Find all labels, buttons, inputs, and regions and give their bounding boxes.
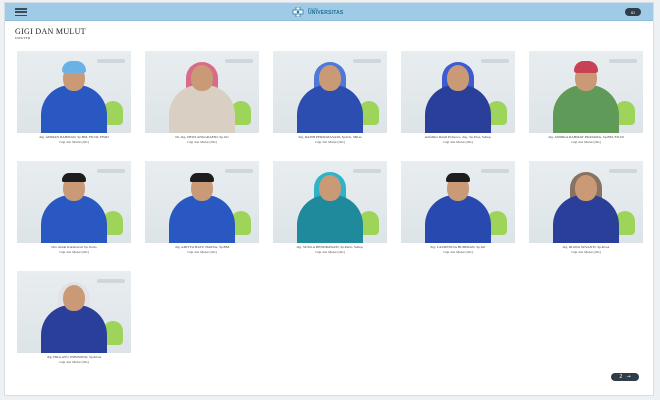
doctor-photo <box>273 161 387 243</box>
doctor-name: Dra. Indah Kurniawati Sp. Perio <box>51 245 97 249</box>
doctor-card[interactable]: drg. LAURENCIA BUDIMAN, Sp.Ort Gigi dan M… <box>401 161 515 255</box>
doctor-card[interactable]: drg. SUSILA HENDRAWATI, Sp.Perio, Subsp.… <box>273 161 387 255</box>
doctor-card[interactable]: drg. ADRIAN RAHMAN, Sp.BM, FICOI, FISID G… <box>17 51 131 145</box>
page-frame: RSGM UNIVERSITAS ID GIGI DAN MULUT DOKTE… <box>4 2 654 396</box>
doctor-card[interactable]: drg. RATIH PERMATASARI, Sp.KG, MKes Gigi … <box>273 51 387 145</box>
doctor-name: drg. SUSILA HENDRAWATI, Sp.Perio, Subsp. <box>296 245 364 249</box>
doctor-photo <box>17 161 131 243</box>
language-toggle[interactable]: ID <box>625 8 641 16</box>
doctor-photo <box>529 51 643 133</box>
doctor-specialty: Gigi dan Mulut (OK) <box>59 140 89 145</box>
hospital-logo[interactable]: RSGM UNIVERSITAS <box>291 6 343 18</box>
doctor-name: Dr. drg. DEWI ANGGRAENI, Sp.Ort <box>175 135 229 139</box>
doctor-card[interactable]: Dra. Indah Kurniawati Sp. Perio Gigi dan … <box>17 161 131 255</box>
doctor-card[interactable]: drg. ANDIKA RAHMAT PRATAMA, Sp.BM, FICOI… <box>529 51 643 145</box>
doctor-card[interactable]: drg. RIANA SUSANTI, Sp.KGA Gigi dan Mulut… <box>529 161 643 255</box>
doctor-card[interactable]: drg. ADITYA BAYU HARSA, Sp.BM Gigi dan Mu… <box>145 161 259 255</box>
doctor-grid: drg. ADRIAN RAHMAN, Sp.BM, FICOI, FISID G… <box>17 51 645 371</box>
doctor-name: drg. ANDIKA RAHMAT PRATAMA, Sp.BM, FICOI <box>548 135 624 139</box>
doctor-specialty: Gigi dan Mulut (OK) <box>59 360 89 365</box>
doctor-specialty: Gigi dan Mulut (OK) <box>443 250 473 255</box>
section-title: GIGI DAN MULUT <box>15 27 86 36</box>
doctor-name: drg. RATIH PERMATASARI, Sp.KG, MKes <box>298 135 362 139</box>
doctor-name: drg. FIRA AYU WIBISONO, Sp.KGA <box>46 355 102 359</box>
doctor-photo <box>145 161 259 243</box>
doctor-photo <box>529 161 643 243</box>
doctor-card[interactable]: Dr. drg. DEWI ANGGRAENI, Sp.Ort Gigi dan … <box>145 51 259 145</box>
page-number: 2 <box>619 374 623 380</box>
doctor-photo <box>17 51 131 133</box>
doctor-name: drg. ADITYA BAYU HARSA, Sp.BM <box>175 245 229 249</box>
next-page-button[interactable]: 2 → <box>611 373 639 381</box>
tooth-cross-icon <box>292 7 304 17</box>
logo-big-text: UNIVERSITAS <box>308 10 344 16</box>
menu-icon[interactable] <box>15 8 27 16</box>
section-subtitle: DOKTER <box>15 36 31 40</box>
doctor-name: drg. RIANA SUSANTI, Sp.KGA <box>562 245 610 249</box>
doctor-photo <box>17 271 131 353</box>
doctor-specialty: Gigi dan Mulut (OK) <box>187 250 217 255</box>
top-navigation-bar: RSGM UNIVERSITAS ID <box>5 3 653 21</box>
doctor-specialty: Gigi dan Mulut (OK) <box>59 250 89 255</box>
doctor-card[interactable]: drg. FIRA AYU WIBISONO, Sp.KGA Gigi dan M… <box>17 271 131 365</box>
doctor-photo <box>401 51 515 133</box>
doctor-specialty: Gigi dan Mulut (OK) <box>571 140 601 145</box>
doctor-name: drg. LAURENCIA BUDIMAN, Sp.Ort <box>430 245 486 249</box>
doctor-photo <box>145 51 259 133</box>
doctor-specialty: Gigi dan Mulut (OK) <box>443 140 473 145</box>
doctor-photo <box>401 161 515 243</box>
doctor-specialty: Gigi dan Mulut (OK) <box>315 250 345 255</box>
doctor-specialty: Gigi dan Mulut (OK) <box>187 140 217 145</box>
doctor-card[interactable]: Aufalhira Rusdi Prabowo, drg., Sp.Pros, … <box>401 51 515 145</box>
arrow-right-icon: → <box>626 374 631 380</box>
doctor-name: Aufalhira Rusdi Prabowo, drg., Sp.Pros, … <box>424 135 492 139</box>
doctor-specialty: Gigi dan Mulut (OK) <box>315 140 345 145</box>
doctor-name: drg. ADRIAN RAHMAN, Sp.BM, FICOI, FISID <box>39 135 109 139</box>
doctor-photo <box>273 51 387 133</box>
doctor-specialty: Gigi dan Mulut (OK) <box>571 250 601 255</box>
